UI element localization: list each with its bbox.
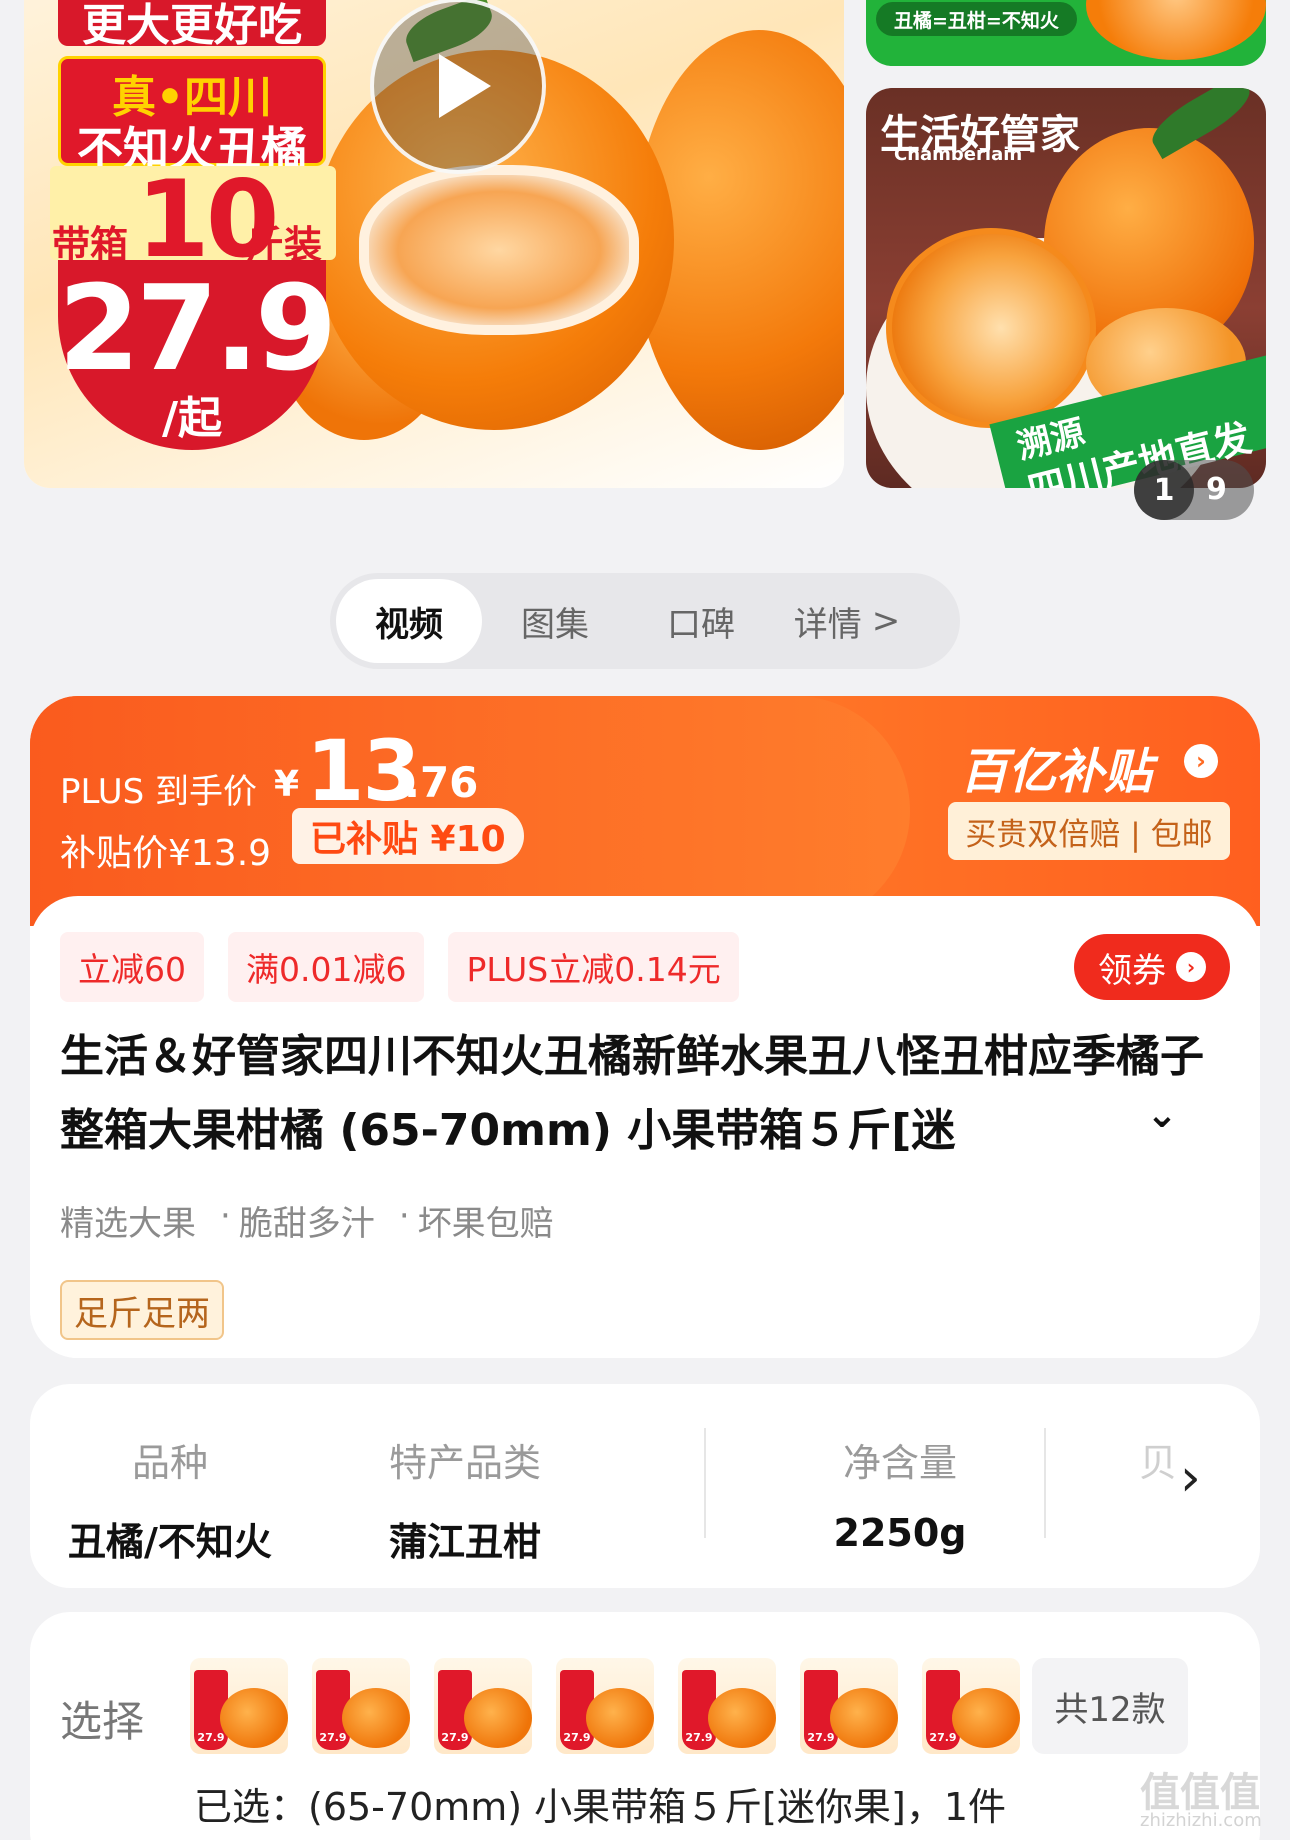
variant-thumbnail[interactable]: 27.9 <box>434 1658 532 1754</box>
watermark-url: zhizhizhi.com <box>1140 1810 1262 1831</box>
promo-block: 真•四川 不知火丑橘 <box>58 56 326 176</box>
feature-item: 精选大果 <box>60 1204 196 1244</box>
spec-value: 2250g <box>833 1511 967 1555</box>
subsidy-program-logo[interactable]: 百亿补贴 <box>960 732 1152 802</box>
chevron-right-icon: › <box>1176 952 1206 982</box>
full-weight-tag: 足斤足两 <box>60 1280 224 1340</box>
plus-price-integer: 13 <box>306 722 421 820</box>
tab-video[interactable]: 视频 <box>336 579 482 663</box>
variant-thumbnail[interactable]: 27.9 <box>190 1658 288 1754</box>
variant-thumbnail[interactable]: 27.9 <box>556 1658 654 1754</box>
promo-chip[interactable]: 立减60 <box>60 932 204 1002</box>
subsidy-price: 补贴价¥13.9 <box>60 833 272 874</box>
spec-divider <box>704 1428 706 1538</box>
counter-total: 9 <box>1206 472 1227 507</box>
variant-thumbnail[interactable]: 27.9 <box>312 1658 410 1754</box>
spec-key: 品种 <box>131 1441 208 1485</box>
side-thumbnail[interactable]: 生活好管家 Chamberlain 溯源 四川产地直发 <box>866 88 1266 488</box>
spec-divider <box>1044 1428 1046 1538</box>
orange-half-image <box>886 228 1096 428</box>
chevron-right-icon[interactable]: › <box>1184 744 1218 778</box>
spec-item: 贝 <box>1128 1432 1188 1487</box>
promo-chip[interactable]: PLUS立减0.14元 <box>448 932 739 1002</box>
coupon-label: 领券 <box>1098 950 1166 991</box>
promo-chip[interactable]: 满0.01减6 <box>228 932 425 1002</box>
feature-item: 脆甜多汁 <box>238 1204 375 1244</box>
guarantee-tag: 买贵双倍赔 | 包邮 <box>948 802 1230 860</box>
tab-gallery[interactable]: 图集 <box>482 579 628 663</box>
orange-image <box>220 1688 288 1748</box>
promo-headline: 更大更好吃 <box>58 0 326 51</box>
selected-variant[interactable]: 已选：(65-70mm) 小果带箱５斤[迷你果]，1件 <box>194 1776 1006 1831</box>
image-counter: 1 9 <box>1134 460 1254 520</box>
orange-image <box>1086 0 1266 60</box>
orange-image <box>830 1688 898 1748</box>
chevron-down-icon[interactable]: ⌄ <box>1146 1092 1178 1136</box>
play-triangle <box>439 54 491 118</box>
get-coupon-button[interactable]: 领券 › <box>1074 934 1230 1000</box>
feature-separator: · <box>220 1196 231 1236</box>
side-top-pill: 丑橘=丑柑=不知火 <box>876 2 1077 36</box>
orange-image <box>464 1688 532 1748</box>
orange-image <box>952 1688 1020 1748</box>
product-title[interactable]: 生活＆好管家四川不知火丑橘新鲜水果丑八怪丑柑应季橘子整箱大果柑橘 (65-70m… <box>60 1020 1220 1168</box>
orange-image <box>586 1688 654 1748</box>
spec-value: 丑橘/不知火 <box>68 1520 272 1564</box>
brand-logo-en: Chamberlain <box>894 144 1023 165</box>
variant-thumbnail[interactable]: 27.9 <box>678 1658 776 1754</box>
feature-item: 坏果包赔 <box>417 1204 554 1244</box>
spec-card[interactable]: 品种 丑橘/不知火 特产品类 蒲江丑柑 净含量 2250g 贝 › <box>30 1384 1260 1588</box>
orange-image <box>342 1688 410 1748</box>
spec-key: 净含量 <box>842 1441 957 1485</box>
chevron-right-icon[interactable]: › <box>1180 1448 1201 1508</box>
product-info: 立减60 满0.01减6 PLUS立减0.14元 领券 › 生活＆好管家四川不知… <box>30 896 1260 1358</box>
plus-price-label: PLUS 到手价 <box>60 772 258 812</box>
plus-price-decimal: .76 <box>404 758 479 807</box>
badge-price: 27.9 <box>58 259 337 397</box>
feature-list: 精选大果 · 脆甜多汁 · 坏果包赔 <box>60 1196 578 1245</box>
spec-item: 特产品类 蒲江丑柑 <box>360 1432 570 1566</box>
main-media[interactable]: 更大更好吃 真•四川 不知火丑橘 带箱 10 斤装 27.9 /起 <box>24 0 844 488</box>
variant-thumbnail[interactable]: 27.9 <box>922 1658 1020 1754</box>
side-thumbnail-top[interactable]: 丑橘=丑柑=不知火 <box>866 0 1266 66</box>
media-tabs: 视频 图集 口碑 详情 > <box>330 573 960 669</box>
spec-key: 贝 <box>1138 1441 1177 1485</box>
tab-details-label: 详情 <box>793 604 862 645</box>
variant-count-button[interactable]: 共12款 <box>1032 1658 1188 1754</box>
spec-item: 品种 丑橘/不知火 <box>60 1432 280 1566</box>
price-banner: PLUS 到手价 ¥ 13 .76 补贴价¥13.9 已补贴 ¥10 百亿补贴 … <box>30 696 1260 926</box>
spec-item: 净含量 2250g <box>800 1432 1000 1555</box>
chevron-right-icon: > <box>871 601 901 641</box>
spec-key: 特产品类 <box>388 1441 541 1485</box>
subsidy-badge: 已补贴 ¥10 <box>292 808 524 864</box>
variant-thumbnails: 27.9 27.9 27.9 27.9 27.9 27.9 27.9 <box>190 1658 1020 1754</box>
tab-details[interactable]: 详情 > <box>774 579 920 663</box>
play-icon[interactable] <box>370 0 546 174</box>
peeled-orange-image <box>359 165 639 335</box>
price-card: PLUS 到手价 ¥ 13 .76 补贴价¥13.9 已补贴 ¥10 百亿补贴 … <box>30 696 1260 1358</box>
variant-label: 选择 <box>60 1697 145 1746</box>
currency-symbol: ¥ <box>274 764 300 805</box>
orange-image <box>708 1688 776 1748</box>
tab-reviews[interactable]: 口碑 <box>628 579 774 663</box>
feature-separator: · <box>398 1196 410 1236</box>
counter-current: 1 <box>1134 460 1194 520</box>
promo-price-badge: 27.9 /起 <box>58 259 337 450</box>
variant-thumbnail[interactable]: 27.9 <box>800 1658 898 1754</box>
promo-chips: 立减60 满0.01减6 PLUS立减0.14元 <box>60 932 739 1002</box>
spec-value: 蒲江丑柑 <box>388 1520 541 1564</box>
variant-selector[interactable]: 选择 27.9 27.9 27.9 27.9 27.9 27.9 27.9 共12款 已选：… <box>30 1612 1260 1840</box>
promo-box-weight: 带箱 10 斤装 <box>50 158 336 281</box>
